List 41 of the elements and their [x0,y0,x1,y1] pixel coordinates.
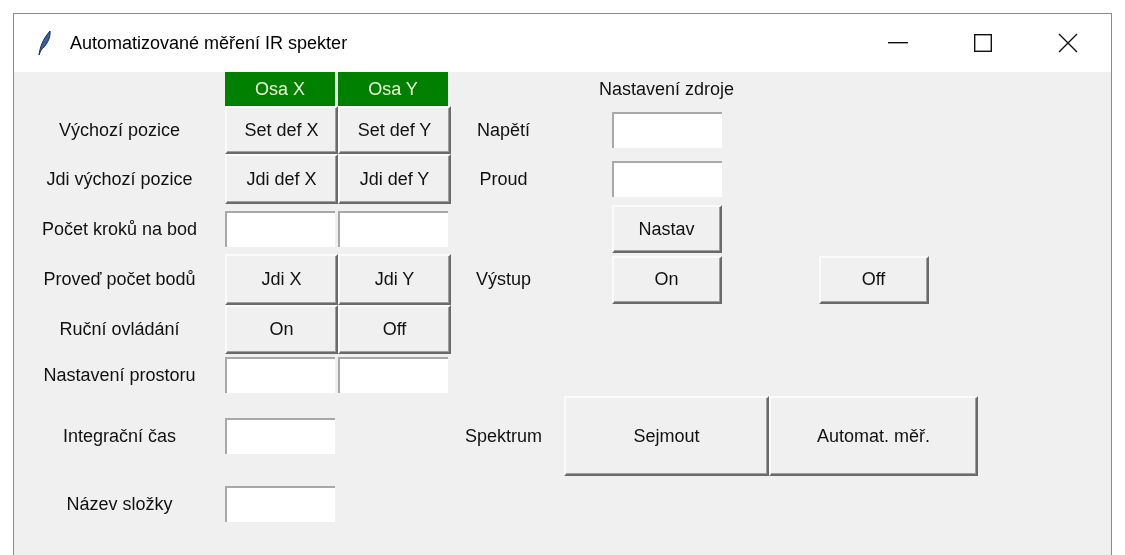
row-label: Integrační čas [61,424,178,448]
row-label: Ruční ovládání [58,318,181,341]
input-field[interactable] [338,357,448,393]
input-field[interactable] [225,418,335,454]
spectrum-label: Spektrum [464,424,543,448]
input-field[interactable] [225,486,335,522]
axis-button[interactable]: Set def Y [338,106,451,154]
row-label: Jdi výchozí pozice [45,167,194,191]
input-field[interactable] [225,357,335,393]
input-field[interactable] [338,211,448,247]
output-button[interactable]: Off [818,255,929,304]
axis-button[interactable]: Off [338,305,451,354]
axis-header: Osa X [225,72,335,106]
axis-button[interactable]: Set def X [225,106,338,154]
row-label: Nastavení prostoru [42,363,197,387]
spectrum-button[interactable]: Sejmout [564,396,769,476]
row-label: Proveď počet bodů [42,268,197,291]
input-field[interactable] [611,161,722,197]
maximize-icon[interactable] [974,34,992,52]
output-label: Výstup [475,268,532,291]
axis-button[interactable]: Jdi Y [338,254,451,305]
input-field[interactable] [225,211,335,247]
row-label: Počet kroků na bod [40,217,199,241]
minimize-icon[interactable] [888,42,908,44]
axis-button[interactable]: On [225,305,338,354]
output-button[interactable]: On [611,255,722,304]
row-label: Název složky [65,492,174,516]
input-field[interactable] [611,112,722,148]
window-title: Automatizované měření IR spekter [70,32,348,54]
field-label: Proud [478,167,529,191]
feather-icon [36,30,52,56]
axis-button[interactable]: Jdi def X [225,154,338,204]
close-icon[interactable] [1058,33,1078,53]
section-title: Nastavení zdroje [597,77,736,101]
field-label: Napětí [475,118,531,142]
row-label: Výchozí pozice [57,118,182,142]
axis-button[interactable]: Jdi X [225,254,338,305]
set-button[interactable]: Nastav [611,205,722,253]
axis-button[interactable]: Jdi def Y [338,154,451,204]
spectrum-button[interactable]: Automat. měř. [769,396,978,476]
axis-header: Osa Y [338,72,448,106]
